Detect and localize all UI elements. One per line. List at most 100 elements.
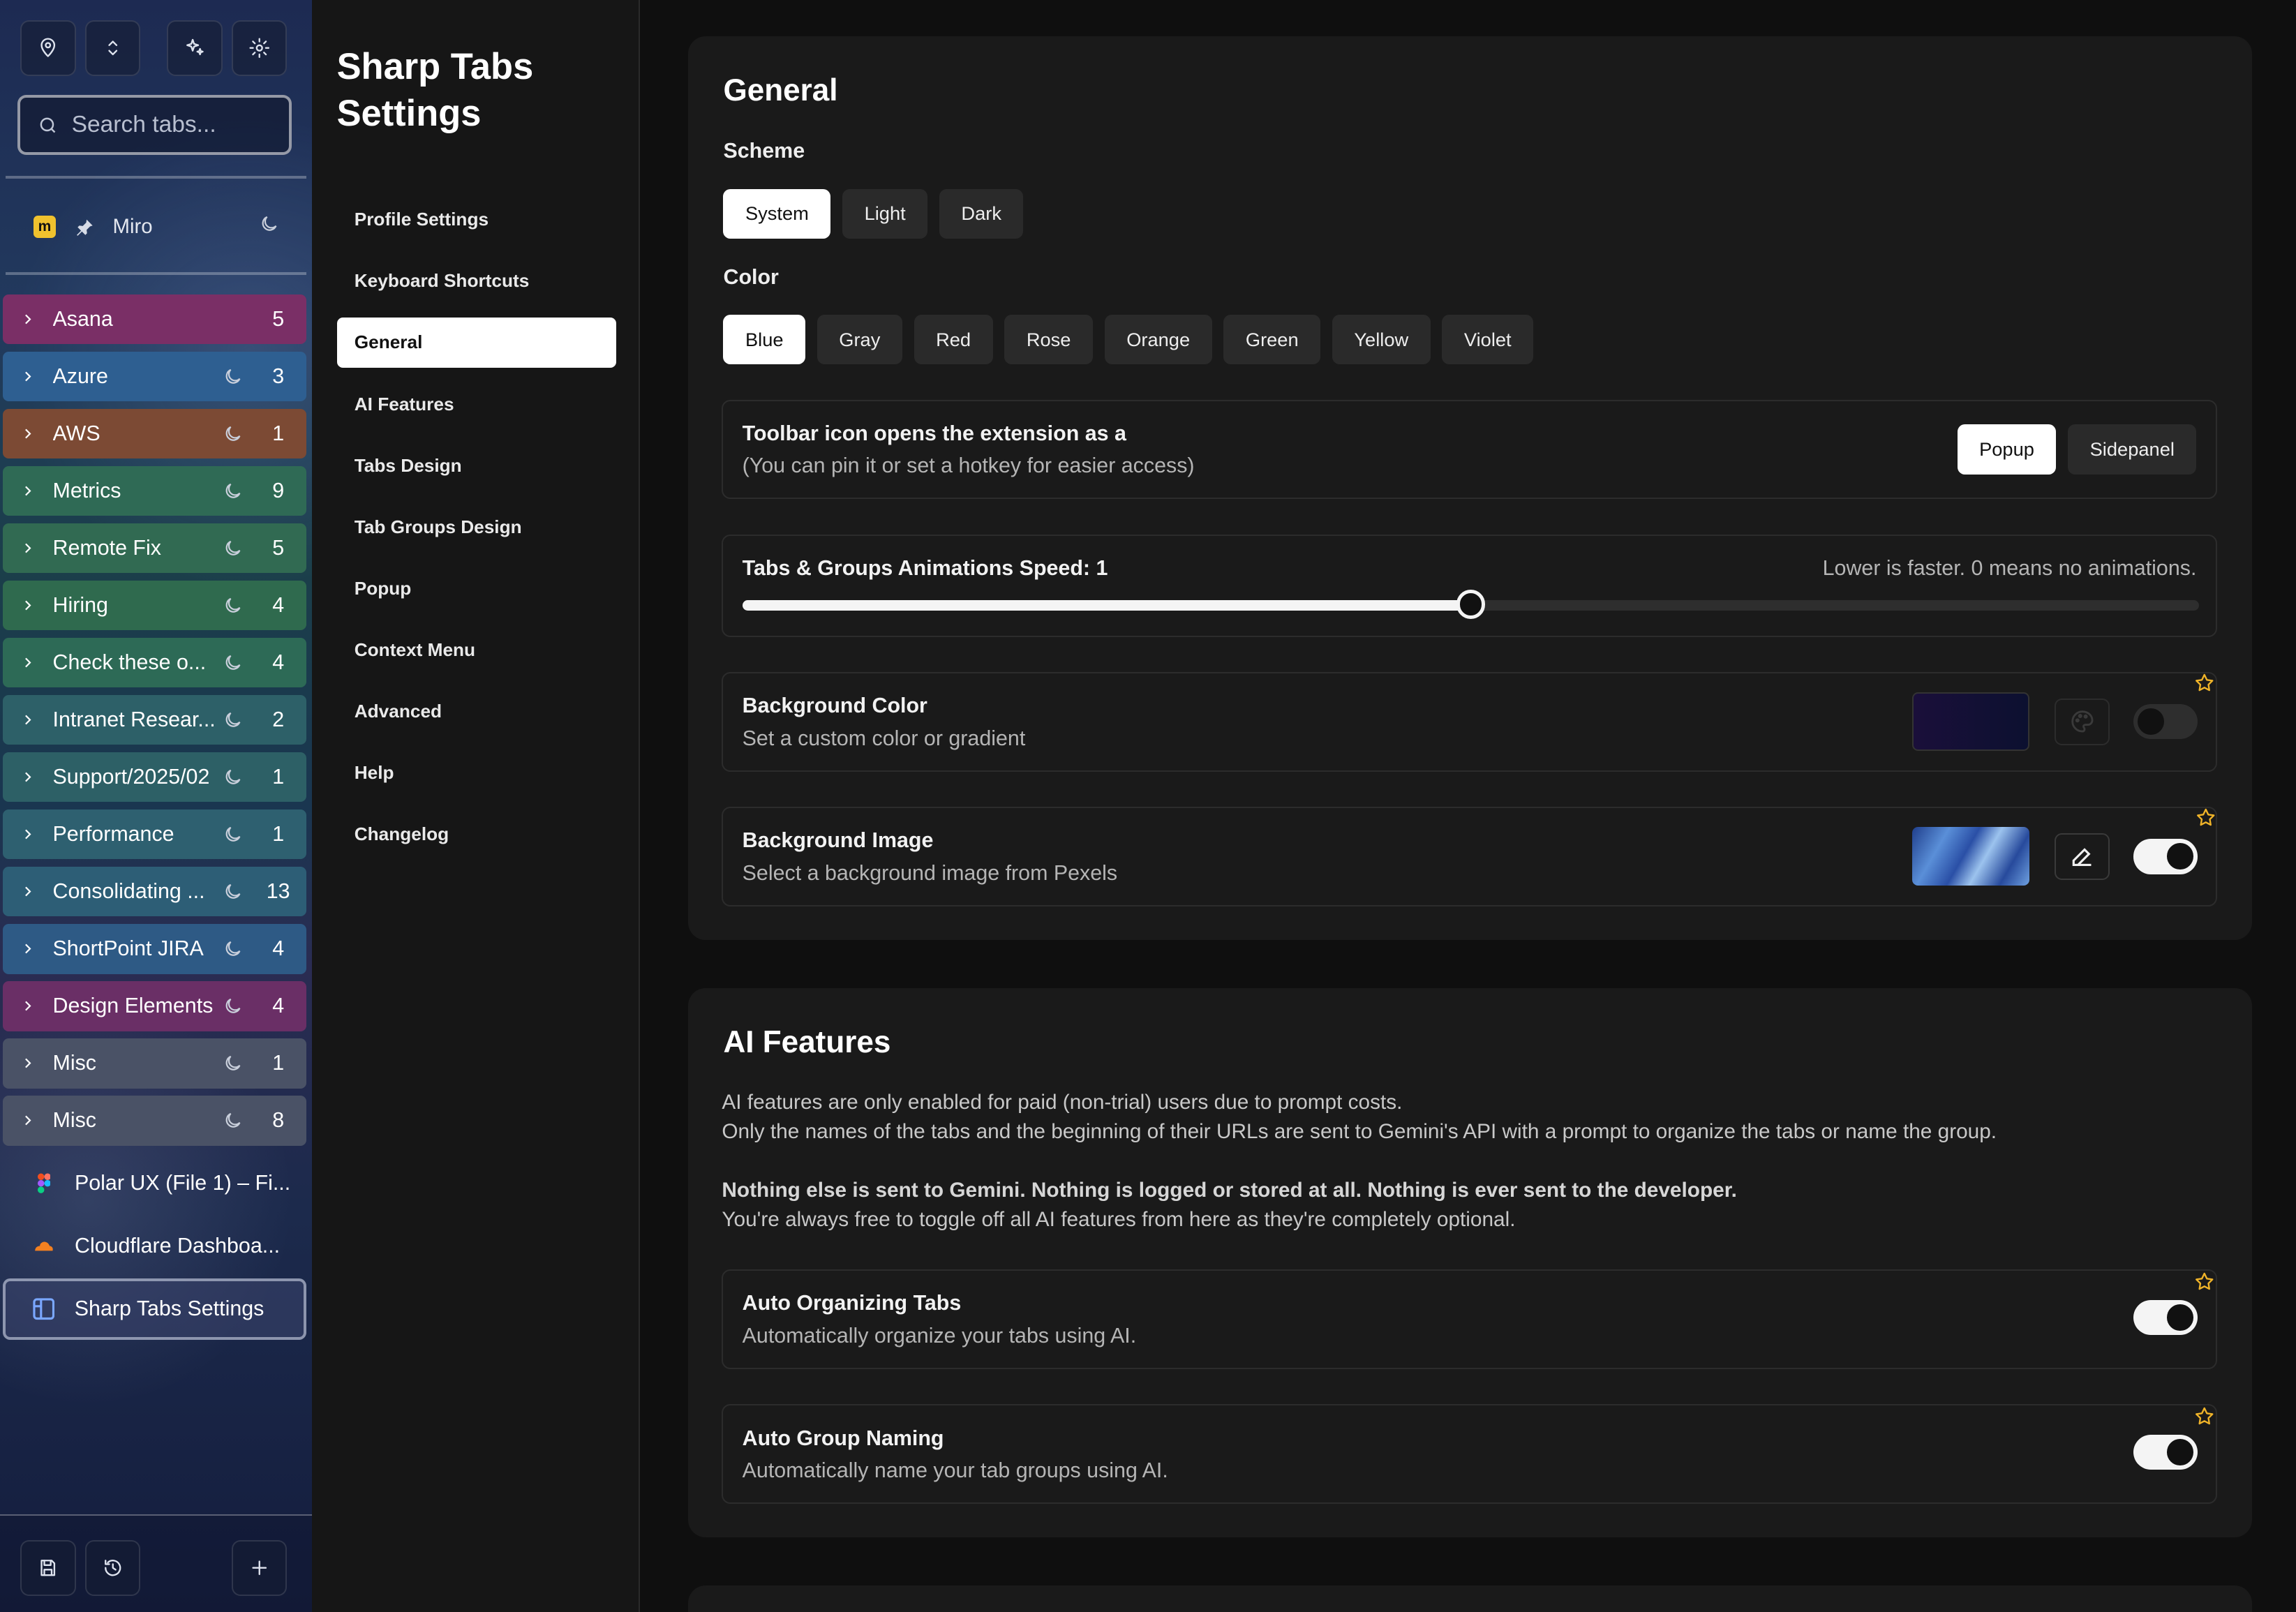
history-icon[interactable]	[84, 1540, 141, 1596]
expand-collapse-icon[interactable]	[84, 20, 141, 77]
nav-item-ai-features[interactable]: AI Features	[337, 379, 617, 428]
color-green-button[interactable]: Green	[1223, 315, 1321, 365]
tab-group[interactable]: Check these o... 4	[3, 637, 306, 688]
color-rose-button[interactable]: Rose	[1004, 315, 1093, 365]
scheme-light-button[interactable]: Light	[842, 188, 928, 239]
moon-icon[interactable]	[259, 214, 279, 240]
background-color-toggle[interactable]	[2133, 704, 2198, 740]
toolbar-mode-subtitle: (You can pin it or set a hotkey for easi…	[742, 454, 1195, 478]
color-label: Color	[723, 264, 779, 289]
ai-paragraph-bold: Nothing else is sent to Gemini. Nothing …	[722, 1178, 1737, 1202]
moon-icon[interactable]	[215, 366, 250, 387]
sidebar-footer	[0, 1514, 312, 1612]
chevron-right-icon	[3, 1056, 52, 1070]
tab-group[interactable]: Intranet Resear... 2	[3, 695, 306, 745]
color-orange-button[interactable]: Orange	[1104, 315, 1212, 365]
divider	[6, 272, 306, 276]
color-gray-button[interactable]: Gray	[817, 315, 902, 365]
location-icon[interactable]	[20, 20, 77, 77]
tab-group[interactable]: Azure 3	[3, 351, 306, 402]
tab-group-label: Support/2025/02	[52, 765, 210, 789]
moon-icon[interactable]	[215, 767, 250, 787]
scheme-selector: System Light Dark	[723, 188, 1024, 239]
tab-group[interactable]: Support/2025/02 1	[3, 752, 306, 803]
star-icon	[2193, 1271, 2215, 1292]
nav-item-context-menu[interactable]: Context Menu	[337, 625, 617, 675]
moon-icon[interactable]	[215, 1110, 250, 1130]
moon-icon[interactable]	[215, 595, 250, 615]
toolbar-popup-button[interactable]: Popup	[1957, 424, 2057, 475]
moon-icon[interactable]	[215, 538, 250, 558]
slider-handle[interactable]	[1456, 590, 1486, 620]
tab-group-label: Asana	[52, 306, 113, 331]
tab-group-label: Design Elements	[52, 994, 214, 1018]
color-yellow-button[interactable]: Yellow	[1332, 315, 1431, 365]
auto-group-naming-toggle[interactable]	[2133, 1435, 2198, 1470]
ai-paragraph: You're always free to toggle off all AI …	[722, 1207, 1516, 1231]
tab-group[interactable]: Metrics 9	[3, 465, 306, 516]
tab-label: Sharp Tabs Settings	[74, 1297, 264, 1321]
background-image-thumbnail[interactable]	[1912, 827, 2029, 886]
moon-icon[interactable]	[215, 652, 250, 673]
tab-group[interactable]: AWS 1	[3, 408, 306, 459]
nav-item-profile-settings[interactable]: Profile Settings	[337, 195, 617, 244]
auto-organizing-toggle[interactable]	[2133, 1300, 2198, 1336]
tab-group-count: 1	[272, 421, 285, 445]
moon-icon[interactable]	[215, 996, 250, 1016]
ai-paragraph: Only the names of the tabs and the begin…	[722, 1119, 1997, 1143]
tab-group[interactable]: Performance 1	[3, 809, 306, 860]
nav-item-changelog[interactable]: Changelog	[337, 809, 617, 859]
gear-icon[interactable]	[231, 20, 288, 77]
tab-group-count: 4	[272, 936, 285, 961]
nav-item-popup[interactable]: Popup	[337, 564, 617, 613]
moon-icon[interactable]	[215, 939, 250, 959]
background-color-row: Background Color Set a custom color or g…	[722, 672, 2217, 772]
tab-group[interactable]: Misc 8	[3, 1096, 306, 1146]
nav-item-help[interactable]: Help	[337, 748, 617, 798]
tab-group-count: 1	[272, 1051, 285, 1075]
moon-icon[interactable]	[215, 424, 250, 444]
edit-icon[interactable]	[2054, 833, 2110, 880]
search-input[interactable]: Search tabs...	[17, 95, 292, 156]
auto-group-naming-subtitle: Automatically name your tab groups using…	[742, 1458, 1168, 1482]
nav-item-advanced[interactable]: Advanced	[337, 687, 617, 736]
add-icon[interactable]	[231, 1540, 288, 1596]
scheme-dark-button[interactable]: Dark	[939, 188, 1024, 239]
color-blue-button[interactable]: Blue	[723, 315, 805, 365]
tab-item[interactable]: Sharp Tabs Settings	[3, 1278, 306, 1340]
nav-item-tab-groups-design[interactable]: Tab Groups Design	[337, 502, 617, 552]
color-red-button[interactable]: Red	[914, 315, 993, 365]
tab-item[interactable]: Cloudflare Dashboa...	[6, 1217, 306, 1276]
general-section: General Scheme System Light Dark Color Blu…	[688, 36, 2253, 941]
tab-group[interactable]: Misc 1	[3, 1038, 306, 1089]
chevron-right-icon	[3, 655, 52, 670]
tab-item[interactable]: Polar UX (File 1) – Fi...	[6, 1154, 306, 1212]
auto-organizing-row: Auto Organizing Tabs Automatically organ…	[722, 1269, 2217, 1369]
settings-nav: Sharp Tabs Settings Profile Settings Keyb…	[311, 0, 640, 1612]
nav-item-general[interactable]: General	[336, 318, 617, 368]
color-swatch[interactable]	[1912, 692, 2029, 752]
tab-group[interactable]: Hiring 4	[3, 580, 306, 631]
moon-icon[interactable]	[215, 824, 250, 844]
moon-icon[interactable]	[215, 1053, 250, 1073]
tab-group-count: 2	[272, 708, 285, 732]
pinned-tab-miro[interactable]: m Miro	[6, 202, 306, 252]
moon-icon[interactable]	[215, 881, 250, 902]
color-violet-button[interactable]: Violet	[1442, 315, 1534, 365]
tab-group[interactable]: Design Elements 4	[3, 981, 306, 1031]
toolbar-sidepanel-button[interactable]: Sidepanel	[2068, 424, 2197, 475]
moon-icon[interactable]	[215, 481, 250, 501]
animation-speed-slider[interactable]	[742, 590, 2200, 620]
palette-icon[interactable]	[2054, 698, 2110, 745]
tab-group[interactable]: Consolidating ... 13	[3, 867, 306, 917]
sparkles-icon[interactable]	[167, 20, 223, 77]
nav-item-tabs-design[interactable]: Tabs Design	[337, 441, 617, 491]
nav-item-keyboard-shortcuts[interactable]: Keyboard Shortcuts	[337, 256, 617, 306]
tab-group[interactable]: ShortPoint JIRA 4	[3, 924, 306, 974]
scheme-system-button[interactable]: System	[723, 188, 831, 239]
tab-group[interactable]: Asana 5	[3, 294, 306, 345]
moon-icon[interactable]	[215, 710, 250, 730]
tab-group[interactable]: Remote Fix 5	[3, 523, 306, 574]
save-icon[interactable]	[20, 1540, 77, 1596]
background-image-toggle[interactable]	[2133, 839, 2198, 874]
